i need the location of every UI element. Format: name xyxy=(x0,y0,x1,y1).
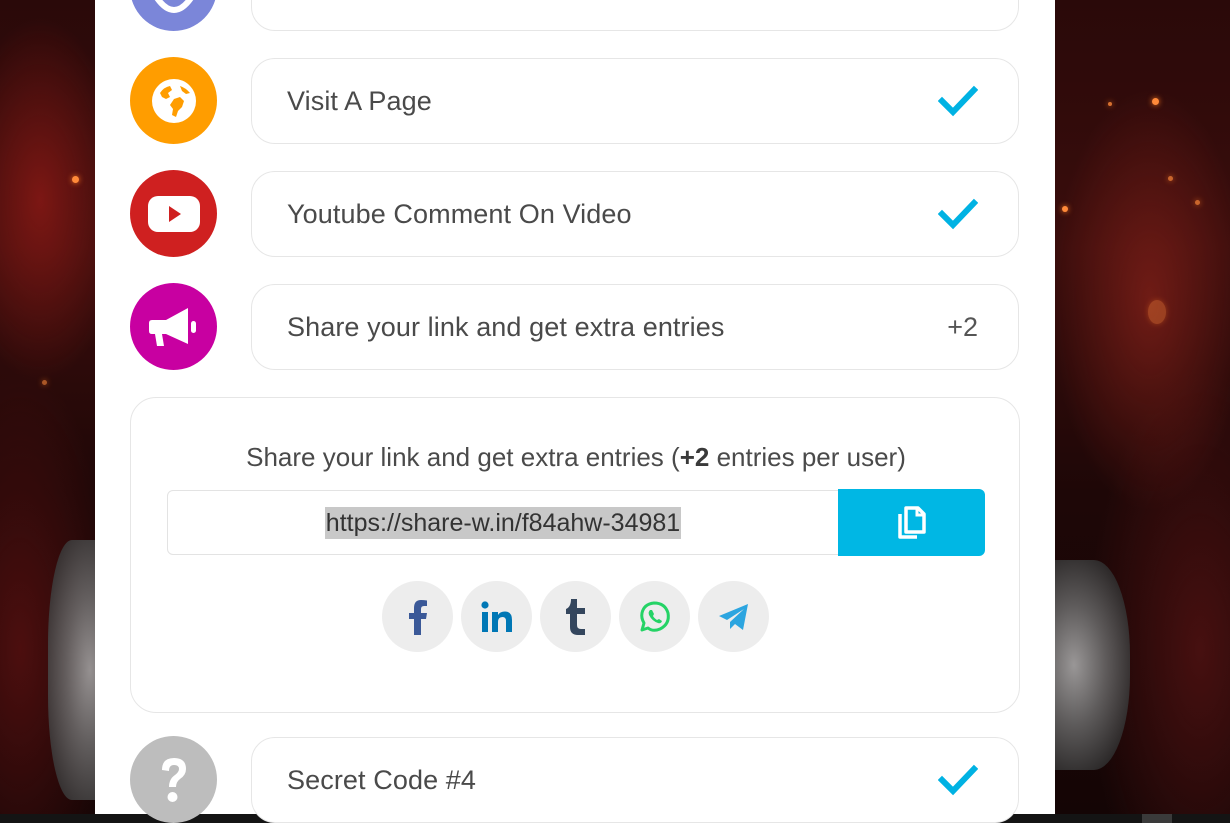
task-icon-circle xyxy=(130,283,217,370)
whatsapp-icon xyxy=(639,601,670,632)
check-icon xyxy=(938,764,978,796)
megaphone-icon xyxy=(148,307,196,346)
giveaway-panel: Visit A Page Youtube Comment On Video Sh… xyxy=(95,0,1055,823)
globe-icon xyxy=(151,78,196,123)
entries-per-user-value: +2 xyxy=(679,442,710,472)
task-row-visit-page[interactable]: Visit A Page xyxy=(95,57,1055,147)
copy-link-button[interactable] xyxy=(838,489,985,556)
scrollbar-thumb[interactable] xyxy=(1142,814,1172,823)
linkedin-icon xyxy=(480,600,512,632)
task-card[interactable] xyxy=(251,0,1019,31)
task-icon-circle xyxy=(130,736,217,823)
facebook-icon xyxy=(408,599,427,635)
task-icon-circle xyxy=(130,57,217,144)
task-row-youtube-comment[interactable]: Youtube Comment On Video xyxy=(95,170,1055,260)
question-icon xyxy=(161,757,186,802)
share-telegram-button[interactable] xyxy=(698,581,769,652)
share-facebook-button[interactable] xyxy=(382,581,453,652)
telegram-icon xyxy=(718,603,748,630)
task-label: Youtube Comment On Video xyxy=(287,198,632,229)
background-metal-right xyxy=(1050,560,1130,770)
share-link-field[interactable]: https://share-w.in/f84ahw-34981 xyxy=(167,490,839,555)
task-card[interactable]: Secret Code #4 xyxy=(251,737,1019,823)
task-card[interactable]: Youtube Comment On Video xyxy=(251,171,1019,257)
task-row-share-link[interactable]: Share your link and get extra entries +2 xyxy=(95,283,1055,373)
partial-icon xyxy=(154,0,193,13)
check-icon xyxy=(938,85,978,117)
task-card[interactable]: Share your link and get extra entries +2 xyxy=(251,284,1019,370)
task-label: Share your link and get extra entries xyxy=(287,311,725,342)
share-tumblr-button[interactable] xyxy=(540,581,611,652)
tumblr-icon xyxy=(565,598,585,635)
share-whatsapp-button[interactable] xyxy=(619,581,690,652)
share-link-panel: Share your link and get extra entries (+… xyxy=(130,397,1020,713)
share-title: Share your link and get extra entries (+… xyxy=(246,442,906,472)
task-row-secret-code[interactable]: Secret Code #4 xyxy=(95,736,1055,823)
youtube-icon xyxy=(147,195,200,232)
task-icon-circle xyxy=(130,0,217,31)
share-link-text[interactable]: https://share-w.in/f84ahw-34981 xyxy=(324,506,682,539)
task-card[interactable]: Visit A Page xyxy=(251,58,1019,144)
task-row-partial[interactable] xyxy=(95,0,1055,34)
share-linkedin-button[interactable] xyxy=(461,581,532,652)
check-icon xyxy=(938,198,978,230)
entries-badge: +2 xyxy=(947,311,978,342)
task-icon-circle xyxy=(130,170,217,257)
copy-icon xyxy=(897,505,926,539)
task-label: Secret Code #4 xyxy=(287,764,477,795)
task-label: Visit A Page xyxy=(287,85,432,116)
